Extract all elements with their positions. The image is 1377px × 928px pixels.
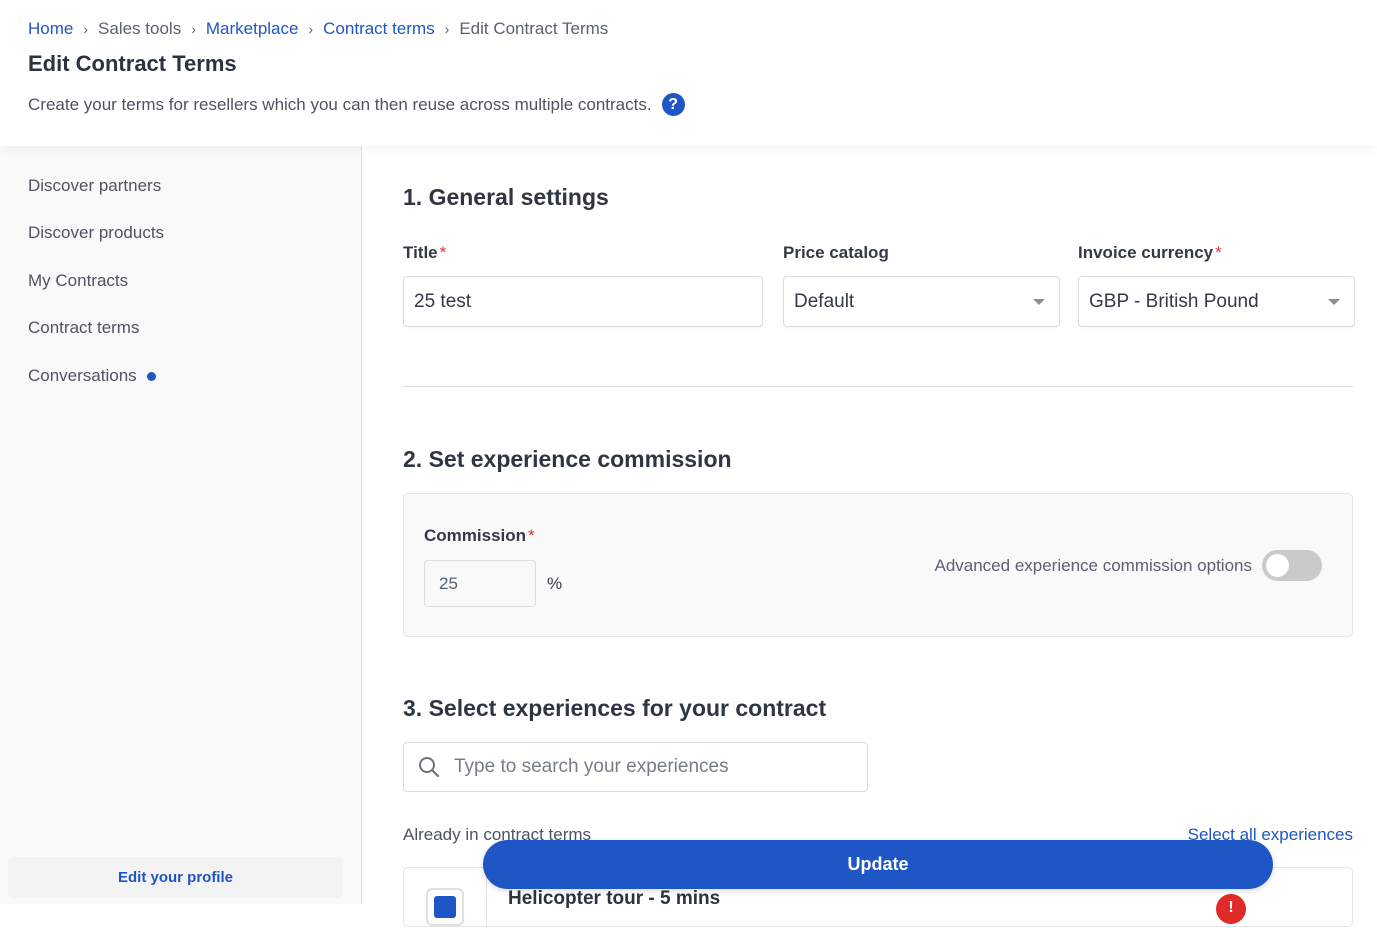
sidebar-item-label: Discover partners [28,176,162,195]
experience-search-input[interactable] [454,756,854,778]
sidebar-item-label: Discover products [28,223,165,242]
experience-checkbox[interactable] [426,888,464,926]
advanced-commission-toggle[interactable] [1262,550,1322,581]
advanced-commission-label: Advanced experience commission options [934,556,1252,575]
commission-input[interactable]: 25 [424,560,536,607]
remove-experience-icon[interactable]: ! [1216,894,1246,924]
price-catalog-select[interactable]: Default [783,276,1060,327]
commission-label-text: Commission [424,526,527,545]
breadcrumb-separator: › [308,21,314,37]
commission-panel: Commission * 25 % Advanced experience com… [403,493,1353,637]
chevron-down-icon [1328,299,1340,305]
sidebar: Discover partners Discover products My C… [0,146,362,904]
commission-value: 25 [439,573,458,593]
breadcrumb-sales-tools: Sales tools [98,19,182,38]
breadcrumb-separator: › [444,21,450,37]
title-input-value: 25 test [414,290,472,312]
required-mark: * [1215,243,1222,262]
sidebar-item-label: My Contracts [28,271,129,290]
main-content: 1. General settings Title * 25 test Price… [363,146,1377,928]
title-label-text: Title [403,243,438,262]
commission-label: Commission * [424,526,535,546]
page-header: Home › Sales tools › Marketplace › Contr… [0,0,1377,146]
chevron-down-icon [1033,299,1045,305]
search-icon [419,757,440,778]
section-title-general-settings: 1. General settings [403,184,609,210]
checkbox-checked-icon [434,896,456,918]
experience-checkbox-cell [404,868,487,928]
page-subtitle: Create your terms for resellers which yo… [28,93,685,116]
page-title: Edit Contract Terms [28,51,237,76]
breadcrumb: Home › Sales tools › Marketplace › Contr… [28,19,608,39]
sidebar-item-label: Conversations [28,366,137,385]
invoice-currency-select[interactable]: GBP - British Pound [1078,276,1355,327]
edit-profile-button[interactable]: Edit your profile [8,857,343,898]
section-divider [403,386,1353,387]
update-button[interactable]: Update [483,840,1273,889]
percent-unit: % [547,574,563,593]
sidebar-item-conversations[interactable]: Conversations [28,366,156,386]
required-mark: * [439,243,447,262]
breadcrumb-contract-terms[interactable]: Contract terms [323,19,434,39]
sidebar-item-discover-products[interactable]: Discover products [28,223,164,243]
experience-search-field[interactable] [403,742,868,792]
title-label: Title * [403,243,446,263]
page-subtitle-text: Create your terms for resellers which yo… [28,94,652,114]
invoice-currency-label-text: Invoice currency [1078,243,1214,262]
title-input[interactable]: 25 test [403,276,763,327]
experience-title: Helicopter tour - 5 mins [508,888,721,909]
breadcrumb-separator: › [83,21,89,37]
invoice-currency-value: GBP - British Pound [1089,290,1259,312]
section-title-commission: 2. Set experience commission [403,446,732,472]
breadcrumb-home[interactable]: Home [28,19,73,39]
toggle-knob [1266,554,1289,577]
price-catalog-label: Price catalog [783,243,889,262]
help-icon[interactable]: ? [661,93,685,116]
invoice-currency-label: Invoice currency * [1078,243,1222,263]
sidebar-item-discover-partners[interactable]: Discover partners [28,176,161,196]
notification-dot-icon [146,371,156,381]
breadcrumb-separator: › [191,21,196,37]
breadcrumb-marketplace[interactable]: Marketplace [206,19,299,39]
section-title-experiences: 3. Select experiences for your contract [403,695,827,721]
price-catalog-value: Default [794,290,855,312]
sidebar-item-contract-terms[interactable]: Contract terms [28,318,139,338]
sidebar-item-label: Contract terms [28,318,140,337]
required-mark: * [528,526,535,545]
sidebar-item-my-contracts[interactable]: My Contracts [28,271,128,291]
breadcrumb-current: Edit Contract Terms [459,19,609,38]
